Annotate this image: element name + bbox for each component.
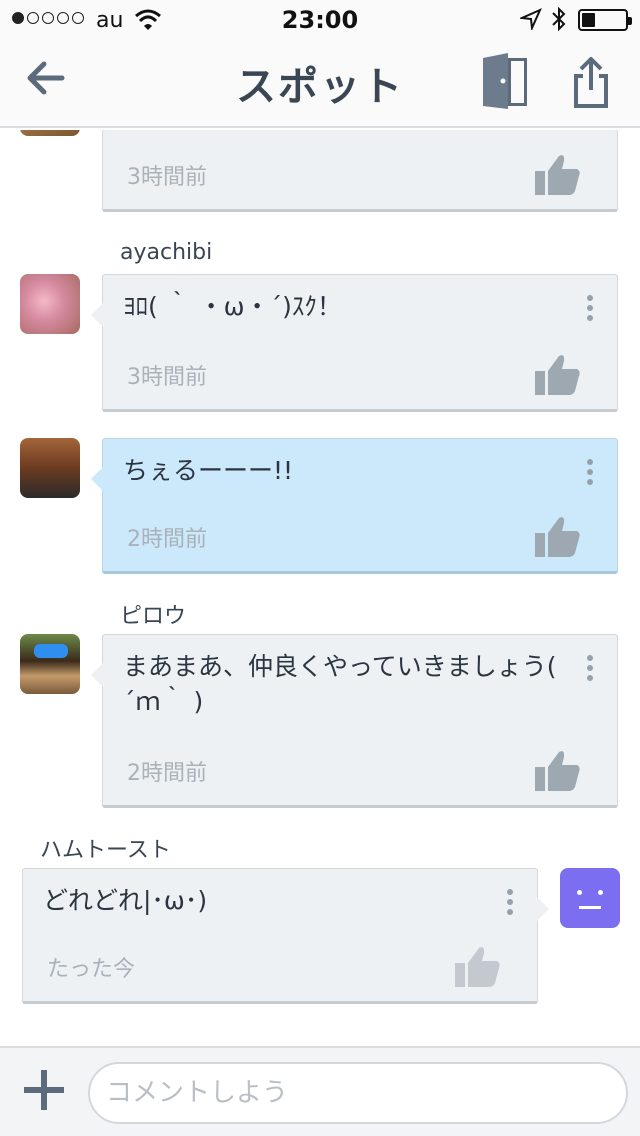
- message-username: ピロウ: [120, 604, 187, 629]
- more-vertical-icon[interactable]: [505, 889, 515, 919]
- message-bubble: どれどれ|･ω･) たった今: [22, 868, 549, 1004]
- thumbs-up-icon[interactable]: [535, 353, 581, 395]
- nav-bar: スポット: [0, 40, 640, 128]
- message-username: ハムトースト: [40, 838, 171, 863]
- thumbs-up-icon[interactable]: [535, 153, 581, 195]
- message-time: たった今: [47, 957, 136, 982]
- battery-icon: [578, 9, 632, 31]
- message-bubble: ちぇるーーー!! 2時間前: [91, 438, 618, 574]
- more-vertical-icon[interactable]: [585, 459, 595, 489]
- message-text: ちぇるーーー!!: [123, 456, 294, 485]
- door-exit-icon[interactable]: [480, 52, 530, 110]
- message-time: 3時間前: [127, 365, 207, 390]
- message-text: ﾖﾛ( ｀ ・ω・´)ｽｸ！: [123, 292, 342, 321]
- thumbs-up-icon[interactable]: [455, 945, 501, 987]
- message-time: 2時間前: [127, 527, 207, 552]
- message-bubble: まあまあ、仲良くやっていきましょう( ´ｍ｀ ) 2時間前: [91, 634, 618, 808]
- message-text: まあまあ、仲良くやっていきましょう( ´ｍ｀ ): [123, 652, 557, 716]
- message-time: 2時間前: [127, 761, 207, 786]
- comment-bar: [0, 1046, 640, 1136]
- avatar[interactable]: [20, 438, 80, 498]
- thumbs-up-icon[interactable]: [535, 749, 581, 791]
- page-title: スポット: [236, 64, 404, 110]
- battery-level-fill: [582, 13, 595, 27]
- message-bubble: 3時間前: [102, 130, 618, 212]
- message-username: ayachibi: [120, 240, 213, 265]
- plus-icon[interactable]: [20, 1066, 68, 1114]
- status-bar: au 23:00: [0, 0, 640, 40]
- message-time: 3時間前: [127, 165, 207, 190]
- avatar[interactable]: [20, 130, 80, 136]
- bubble-tail: [91, 303, 103, 327]
- bubble-tail: [91, 663, 103, 687]
- blur-mask: [34, 644, 68, 658]
- location-arrow-icon: [520, 8, 542, 30]
- chat-list[interactable]: 3時間前 ayachibi ﾖﾛ( ｀ ・ω・´)ｽｸ！ 3時間前 ちぇるーーー…: [0, 130, 640, 1046]
- avatar[interactable]: [20, 634, 80, 694]
- bubble-tail: [537, 897, 549, 921]
- message-bubble: ﾖﾛ( ｀ ・ω・´)ｽｸ！ 3時間前: [91, 274, 618, 412]
- thumbs-up-icon[interactable]: [535, 515, 581, 557]
- more-vertical-icon[interactable]: [585, 295, 595, 325]
- bluetooth-icon: [552, 6, 566, 32]
- more-vertical-icon[interactable]: [585, 655, 595, 685]
- status-time: 23:00: [281, 6, 359, 34]
- comment-input[interactable]: [88, 1062, 628, 1124]
- share-icon[interactable]: [566, 54, 616, 110]
- message-text: どれどれ|･ω･): [43, 886, 208, 915]
- avatar[interactable]: [560, 868, 620, 928]
- bubble-tail: [91, 467, 103, 491]
- avatar[interactable]: [20, 274, 80, 334]
